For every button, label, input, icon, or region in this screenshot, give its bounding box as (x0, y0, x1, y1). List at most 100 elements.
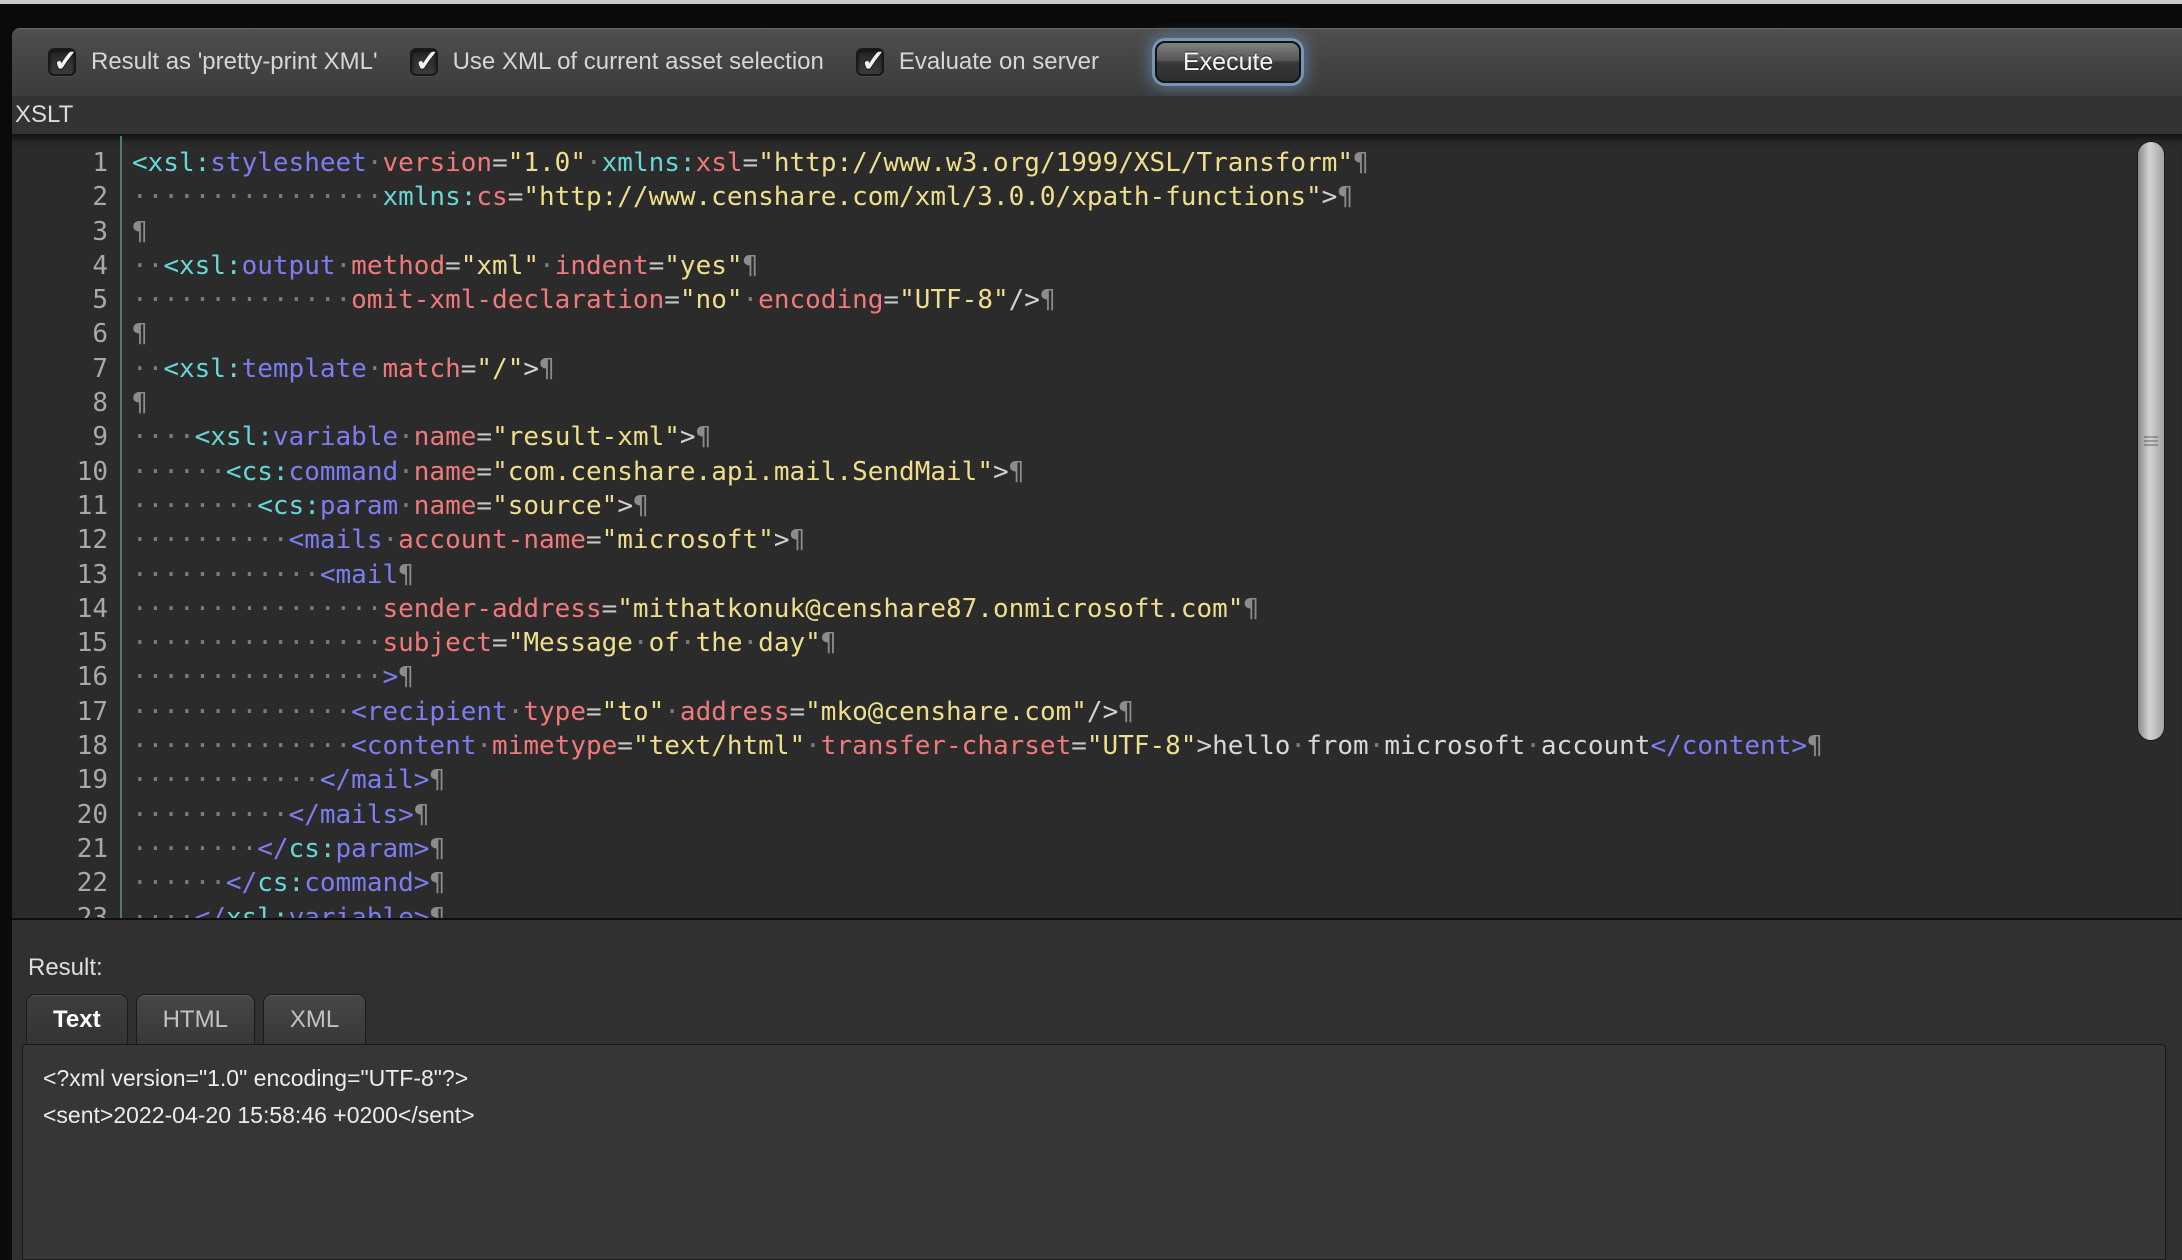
code-token: <xsl: (132, 148, 210, 178)
code-token: · (539, 251, 555, 281)
line-number: 23 (12, 901, 108, 920)
xslt-code-editor[interactable]: 1<xsl:stylesheet·version="1.0"·xmlns:xsl… (12, 134, 2182, 920)
code-token: ¶ (132, 319, 148, 349)
code-token: "to" (602, 697, 665, 727)
code-line: 16················>¶ (12, 660, 2182, 694)
pretty-print-xml-label: Result as 'pretty-print XML' (91, 48, 378, 76)
code-token: · (1369, 731, 1385, 761)
code-token: "1.0" (508, 148, 586, 178)
result-section: Result: TextHTMLXML <?xml version="1.0" … (12, 920, 2182, 1260)
code-token: xmlns: (602, 148, 696, 178)
code-token: > (1196, 731, 1212, 761)
code-token: ········ (132, 491, 257, 521)
code-token: </mails> (289, 800, 414, 830)
code-token: <cs: (257, 491, 320, 521)
code-line: 19············</mail>¶ (12, 763, 2182, 797)
code-token: ·· (132, 354, 163, 384)
code-token: "/" (476, 354, 523, 384)
code-token: "Message (508, 628, 633, 658)
code-token: · (1525, 731, 1541, 761)
code-token: ········ (132, 834, 257, 864)
execute-button[interactable]: Execute (1155, 41, 1301, 83)
code-pane[interactable]: 1<xsl:stylesheet·version="1.0"·xmlns:xsl… (12, 136, 2182, 918)
code-token: "yes" (664, 251, 742, 281)
code-token: ¶ (743, 251, 759, 281)
pretty-print-xml-checkbox[interactable]: ✓ (48, 48, 76, 76)
check-icon: ✓ (53, 44, 78, 79)
code-token: "result-xml" (492, 422, 680, 452)
code-token: ¶ (398, 662, 414, 692)
line-number: 21 (12, 832, 108, 866)
code-token: = (476, 422, 492, 452)
code-token: "no" (680, 285, 743, 315)
code-token: encoding (758, 285, 883, 315)
line-number: 5 (12, 283, 108, 317)
code-token: version (382, 148, 492, 178)
code-token: ·············· (132, 285, 351, 315)
line-number: 18 (12, 729, 108, 763)
code-text: ············</mail>¶ (108, 763, 445, 797)
gutter-separator (120, 136, 122, 918)
code-token: account (1541, 731, 1651, 761)
code-line: 21········</cs:param>¶ (12, 832, 2182, 866)
code-text: ······<cs:command·name="com.censhare.api… (108, 455, 1024, 489)
code-token: ¶ (633, 491, 649, 521)
code-token: ¶ (429, 765, 445, 795)
use-xml-of-selection-checkbox[interactable]: ✓ (410, 48, 438, 76)
line-number: 19 (12, 763, 108, 797)
code-text: ············<mail¶ (108, 558, 414, 592)
code-line: 1<xsl:stylesheet·version="1.0"·xmlns:xsl… (12, 146, 2182, 180)
code-line: 17··············<recipient·type="to"·add… (12, 695, 2182, 729)
code-token: transfer-charset (821, 731, 1071, 761)
code-token: </content> (1650, 731, 1807, 761)
code-line: 6¶ (12, 317, 2182, 351)
code-token: account-name (398, 525, 586, 555)
code-token: ······ (132, 457, 226, 487)
tab-xml[interactable]: XML (263, 994, 366, 1044)
code-line: 11········<cs:param·name="source">¶ (12, 489, 2182, 523)
line-number: 17 (12, 695, 108, 729)
code-token: ···· (132, 422, 195, 452)
code-text: ················subject="Message·of·the·… (108, 626, 836, 660)
code-line: 14················sender-address="mithat… (12, 592, 2182, 626)
code-text: ··········<mails·account-name="microsoft… (108, 523, 805, 557)
code-token: ¶ (1118, 697, 1134, 727)
code-token: = (476, 491, 492, 521)
code-token: <cs: (226, 457, 289, 487)
code-token: "microsoft" (602, 525, 774, 555)
code-token: param> (336, 834, 430, 864)
code-token: ¶ (1337, 182, 1353, 212)
tab-text[interactable]: Text (26, 994, 128, 1044)
editor-vertical-scrollbar-thumb[interactable] (2137, 141, 2165, 741)
code-text: ················>¶ (108, 660, 414, 694)
code-token: · (1290, 731, 1306, 761)
code-token: command (289, 457, 399, 487)
code-token: = (586, 697, 602, 727)
code-text: <xsl:stylesheet·version="1.0"·xmlns:xsl=… (108, 146, 1369, 180)
code-token: omit-xml-declaration (351, 285, 664, 315)
code-token: hello (1212, 731, 1290, 761)
result-output-panel: <?xml version="1.0" encoding="UTF-8"?><s… (22, 1044, 2166, 1260)
code-token: </ (226, 868, 257, 898)
code-token: ················ (132, 628, 382, 658)
code-line: 23····</xsl:variable>¶ (12, 901, 2182, 920)
code-token: = (790, 697, 806, 727)
code-token: output (242, 251, 336, 281)
line-number: 14 (12, 592, 108, 626)
evaluate-on-server-checkbox[interactable]: ✓ (856, 48, 884, 76)
code-token: ············ (132, 765, 320, 795)
code-token: /> (1087, 697, 1118, 727)
code-token: = (508, 182, 524, 212)
code-text: ··············<content·mimetype="text/ht… (108, 729, 1823, 763)
code-token: · (805, 731, 821, 761)
code-token: cs: (289, 834, 336, 864)
code-token: ¶ (1243, 594, 1259, 624)
code-token: </mail> (320, 765, 430, 795)
code-text: ··<xsl:output·method="xml"·indent="yes"¶ (108, 249, 758, 283)
window-top-band (0, 4, 2182, 28)
code-token: · (367, 148, 383, 178)
code-token: · (680, 628, 696, 658)
code-text: ················xmlns:cs="http://www.cen… (108, 180, 1353, 214)
tab-html[interactable]: HTML (136, 994, 255, 1044)
code-line: 10······<cs:command·name="com.censhare.a… (12, 455, 2182, 489)
